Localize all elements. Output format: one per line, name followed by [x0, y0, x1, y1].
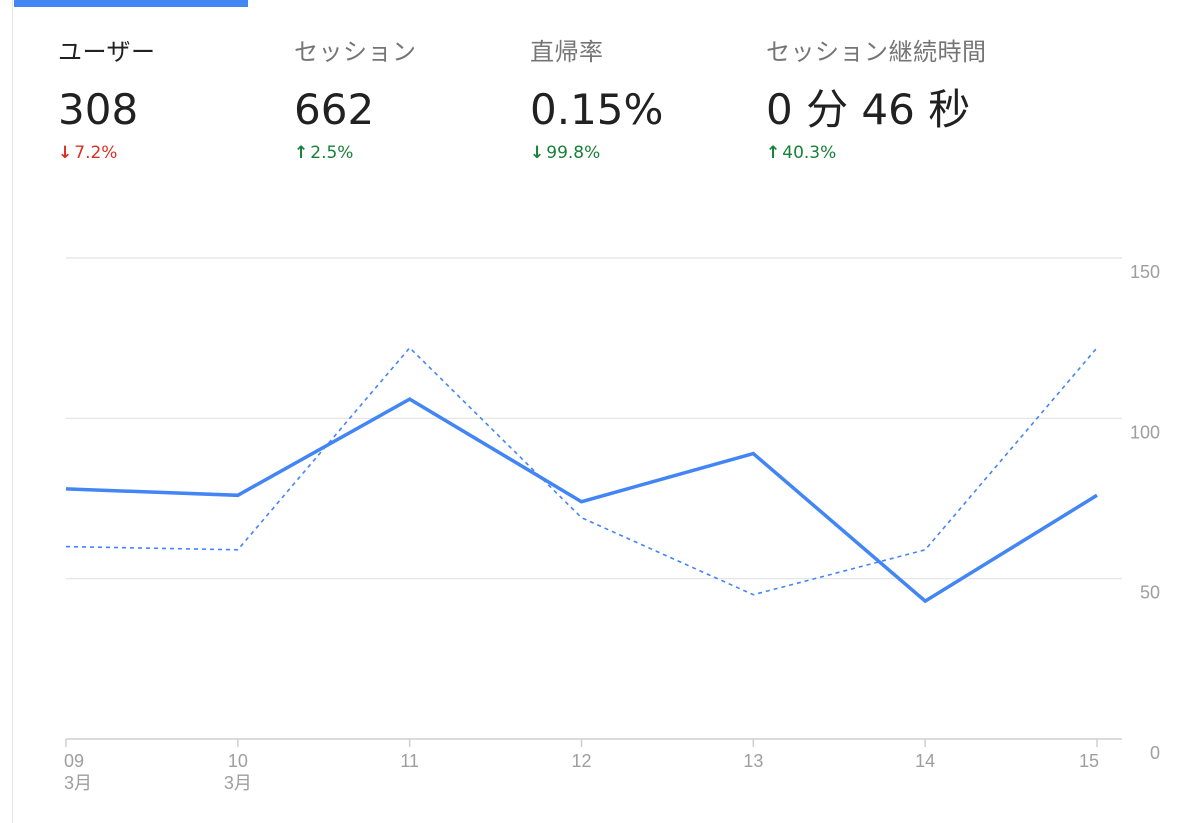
x-tick-label: 13	[743, 751, 763, 771]
series-line-solid	[65, 397, 1098, 604]
x-tick-label: 11	[400, 751, 419, 771]
x-tick-label: 12	[571, 751, 591, 771]
y-tick-label: 0	[1150, 743, 1160, 763]
x-tick-label: 09	[64, 751, 84, 771]
y-tick-label: 100	[1130, 422, 1160, 442]
y-tick-label: 150	[1130, 262, 1160, 282]
y-tick-label: 50	[1140, 583, 1160, 603]
x-tick-label: 15	[1079, 751, 1099, 771]
x-tick-label: 14	[915, 751, 935, 771]
x-tick-sublabel: 3月	[224, 773, 252, 793]
x-tick-sublabel: 3月	[64, 773, 92, 793]
x-tick-label: 10	[228, 751, 248, 771]
series-line-dashed	[65, 346, 1098, 596]
line-chart: 050100150093月103月11 12 13 14 15	[64, 257, 1160, 793]
